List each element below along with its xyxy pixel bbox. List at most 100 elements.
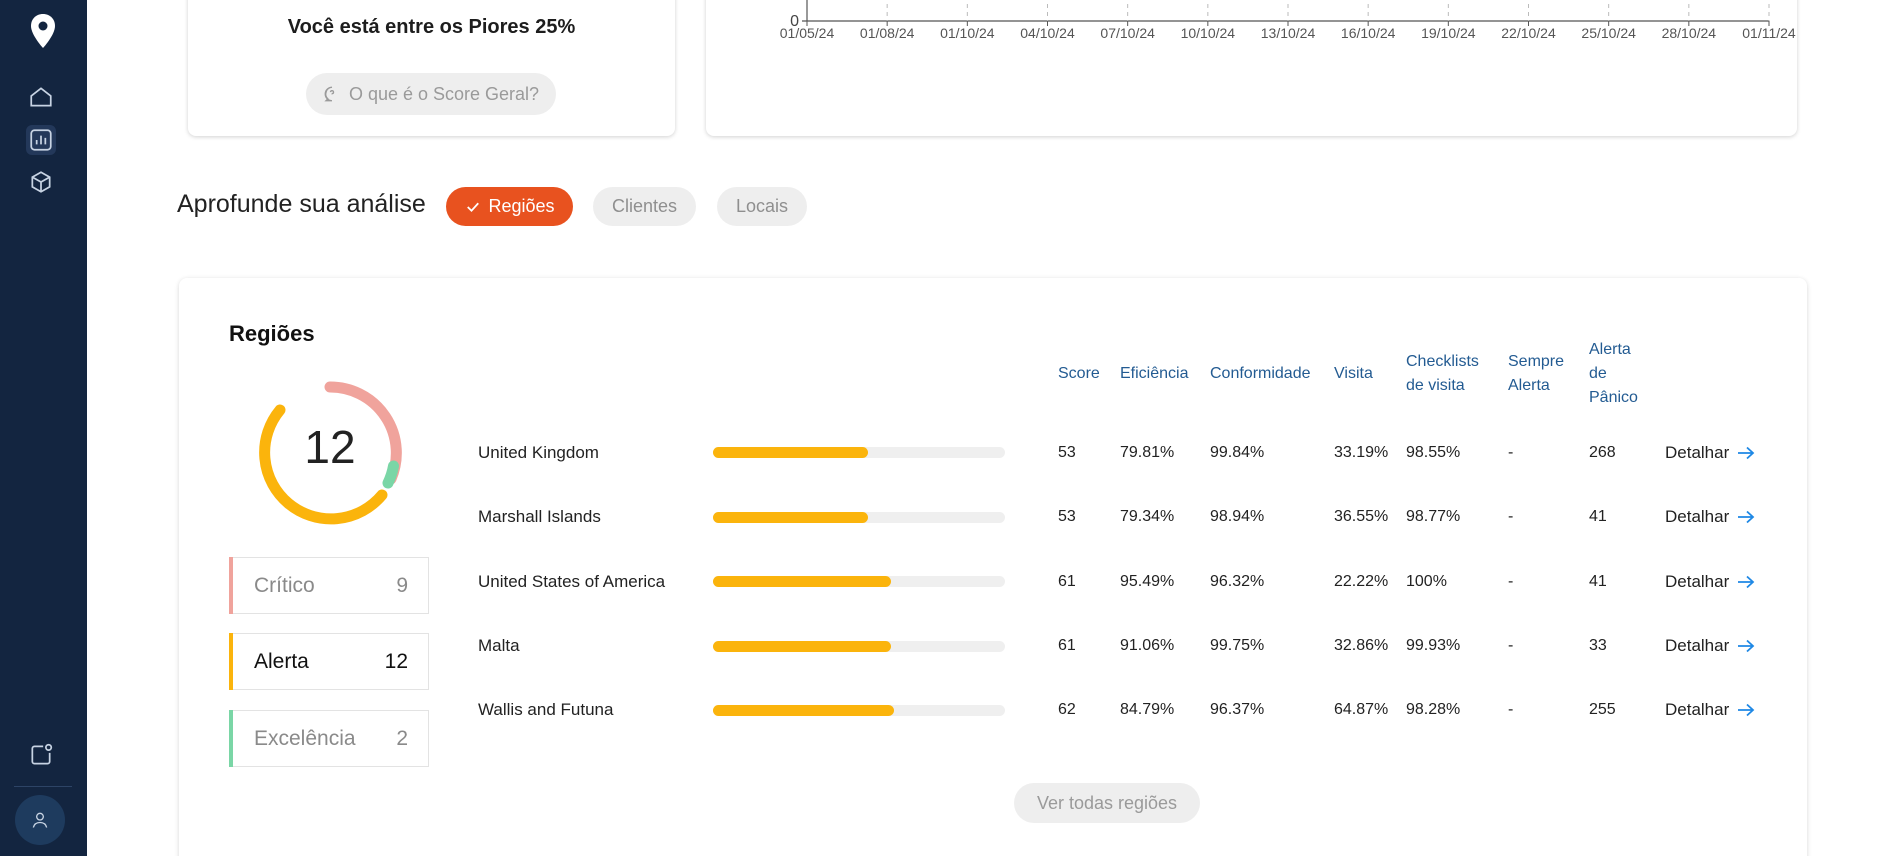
status-alerta[interactable]: Alerta 12: [229, 633, 429, 690]
cell-sempre-alerta: -: [1508, 444, 1514, 461]
user-avatar-icon[interactable]: [15, 795, 65, 845]
cell-eficiencia: 91.06%: [1120, 637, 1175, 654]
detail-label: Detalhar: [1665, 636, 1730, 655]
row-name: Wallis and Futuna: [478, 700, 614, 719]
cell-conformidade: 96.37%: [1210, 701, 1265, 718]
analysis-title: Aprofunde sua análise: [177, 190, 426, 218]
x-tick-label: 28/10/24: [1662, 25, 1717, 41]
regions-title: Regiões: [229, 321, 315, 346]
cell-checklists: 99.93%: [1406, 637, 1461, 654]
arrow-right-icon: [1738, 703, 1755, 717]
score-bar-fill: [713, 447, 868, 458]
status-critico[interactable]: Crítico 9: [229, 557, 429, 614]
arrow-right-icon: [1738, 639, 1755, 653]
cell-alerta-panico: 268: [1589, 444, 1616, 461]
header-sempre-line2: Alerta: [1508, 377, 1550, 394]
location-pin-logo-icon[interactable]: [28, 12, 58, 52]
x-tick-label: 01/10/24: [940, 25, 995, 41]
x-tick-label: 13/10/24: [1261, 25, 1316, 41]
cell-conformidade: 99.84%: [1210, 444, 1265, 461]
score-bar-track: [713, 447, 1005, 458]
cell-visita: 36.55%: [1334, 508, 1389, 525]
detail-link[interactable]: Detalhar: [1665, 507, 1755, 527]
cell-conformidade: 96.32%: [1210, 573, 1265, 590]
tab-clientes[interactable]: Clientes: [593, 187, 696, 226]
status-excelencia-count: 2: [396, 726, 408, 750]
x-tick-label: 01/05/24: [780, 25, 835, 41]
row-name: Malta: [478, 636, 520, 655]
cell-score: 62: [1058, 701, 1076, 718]
cell-checklists: 98.28%: [1406, 701, 1461, 718]
notifications-icon[interactable]: [26, 740, 56, 770]
status-alerta-count: 12: [384, 649, 408, 673]
header-sempre-alerta[interactable]: Sempre Alerta: [1508, 350, 1564, 398]
cell-score: 53: [1058, 508, 1076, 525]
x-tick-label: 07/10/24: [1100, 25, 1155, 41]
score-bar-track: [713, 576, 1005, 587]
x-tick-label: 04/10/24: [1020, 25, 1075, 41]
cell-conformidade: 98.94%: [1210, 508, 1265, 525]
cell-eficiencia: 84.79%: [1120, 701, 1175, 718]
header-alerta-panico[interactable]: Alerta de Pânico: [1589, 338, 1638, 410]
regions-total: 12: [304, 421, 356, 473]
detail-link[interactable]: Detalhar: [1665, 443, 1755, 463]
excelencia-color-bar: [229, 710, 233, 767]
header-visita[interactable]: Visita: [1334, 362, 1373, 386]
detail-label: Detalhar: [1665, 443, 1730, 462]
score-bar-fill: [713, 705, 895, 716]
cell-checklists: 98.55%: [1406, 444, 1461, 461]
header-eficiencia[interactable]: Eficiência: [1120, 362, 1188, 386]
detail-label: Detalhar: [1665, 572, 1730, 591]
see-all-regions-button[interactable]: Ver todas regiões: [1014, 783, 1200, 823]
x-tick-label: 22/10/24: [1501, 25, 1556, 41]
header-checklists-line2: de visita: [1406, 377, 1465, 394]
detail-label: Detalhar: [1665, 507, 1730, 526]
analytics-icon[interactable]: [26, 125, 56, 155]
x-tick-label: 10/10/24: [1181, 25, 1236, 41]
score-bar-track: [713, 512, 1005, 523]
score-bar-track: [713, 705, 1005, 716]
status-excelencia[interactable]: Excelência 2: [229, 710, 429, 767]
detail-link[interactable]: Detalhar: [1665, 636, 1755, 656]
cell-sempre-alerta: -: [1508, 701, 1514, 718]
header-sempre-line1: Sempre: [1508, 353, 1565, 370]
cell-eficiencia: 95.49%: [1120, 573, 1175, 590]
tab-locais-label: Locais: [735, 196, 789, 216]
detail-label: Detalhar: [1665, 700, 1730, 719]
header-checklists[interactable]: Checklists de visita: [1406, 350, 1479, 398]
x-tick-label: 25/10/24: [1581, 25, 1636, 41]
arrow-right-icon: [1738, 575, 1755, 589]
row-name: United Kingdom: [478, 443, 599, 462]
detail-link[interactable]: Detalhar: [1665, 572, 1755, 592]
header-alerta-line1: Alerta: [1589, 341, 1631, 358]
alerta-color-bar: [229, 633, 233, 690]
x-tick-label: 16/10/24: [1341, 25, 1396, 41]
cell-alerta-panico: 41: [1589, 508, 1607, 525]
header-score[interactable]: Score: [1058, 362, 1100, 386]
x-tick-label: 01/11/24: [1742, 25, 1796, 41]
detail-link[interactable]: Detalhar: [1665, 700, 1755, 720]
timeline-chart-card: 0 01/05/24 01/08/24 01/10/24 04/10/24 07/10/2…: [706, 0, 1797, 136]
status-alerta-label: Alerta: [254, 649, 309, 673]
score-bar-fill: [713, 512, 868, 523]
cell-sempre-alerta: -: [1508, 573, 1514, 590]
cell-visita: 33.19%: [1334, 444, 1389, 461]
tab-locais[interactable]: Locais: [717, 187, 807, 226]
timeline-chart: 001/05/24 01/08/24 01/10/24 04/10/24 07/10/2…: [780, 0, 1796, 41]
help-chat-icon: [324, 86, 335, 102]
arrow-right-icon: [1738, 510, 1755, 524]
cube-icon[interactable]: [26, 167, 56, 197]
score-help-button[interactable]: O que é o Score Geral?: [306, 73, 556, 115]
tab-clientes-label: Clientes: [611, 196, 678, 216]
header-alerta-line3: Pânico: [1589, 389, 1638, 406]
x-tick-label: 01/08/24: [860, 25, 915, 41]
tab-regioes-label: Regiões: [488, 196, 555, 216]
cell-score: 53: [1058, 444, 1076, 461]
cell-conformidade: 99.75%: [1210, 637, 1265, 654]
check-icon: [467, 202, 480, 212]
tab-regioes[interactable]: Regiões: [446, 187, 573, 226]
cell-sempre-alerta: -: [1508, 508, 1514, 525]
header-conformidade[interactable]: Conformidade: [1210, 362, 1311, 386]
home-icon[interactable]: [26, 82, 56, 112]
status-critico-label: Crítico: [254, 573, 315, 597]
